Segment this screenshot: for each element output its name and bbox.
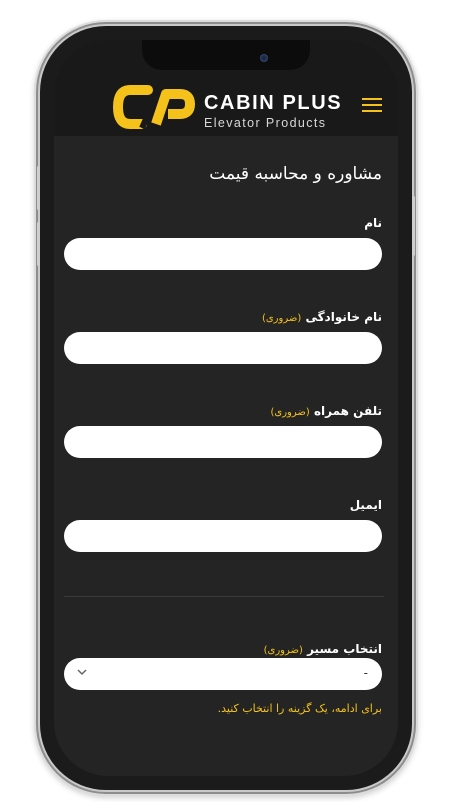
email-input[interactable] (64, 520, 382, 552)
route-select[interactable]: - (64, 658, 382, 690)
last-name-input[interactable] (64, 332, 382, 364)
chevron-down-icon (77, 669, 87, 676)
required-marker: (ضروری) (270, 407, 310, 418)
first-name-input[interactable] (64, 238, 382, 270)
first-name-label-text: نام (364, 216, 382, 230)
cabin-plus-logo-icon[interactable] (112, 84, 196, 130)
phone-frame: CABIN PLUS Elevator Products مشاوره و مح… (37, 26, 415, 790)
last-name-label-text: نام خانوادگی (305, 310, 382, 324)
last-name-label: نام خانوادگی (ضروری) (262, 310, 382, 324)
required-marker: (ضروری) (263, 645, 303, 656)
phone-label-text: تلفن همراه (313, 404, 382, 418)
route-label: انتخاب مسیر (ضروری) (264, 642, 382, 656)
required-marker: (ضروری) (261, 313, 302, 324)
route-label-text: انتخاب مسیر (307, 642, 382, 656)
route-selected-value: - (363, 666, 368, 680)
volume-down-button (37, 222, 40, 266)
camera-icon (260, 54, 268, 62)
notch (142, 40, 310, 70)
section-divider (64, 596, 384, 597)
quote-form: مشاوره و محاسبه قیمت نام نام خانوادگی (ض… (54, 136, 398, 776)
phone-label: تلفن همراه (ضروری) (270, 404, 382, 418)
phone-input[interactable] (64, 426, 382, 458)
email-label-text: ایمیل (349, 498, 382, 512)
brand-name: CABIN PLUS (204, 92, 343, 114)
power-button (412, 196, 415, 256)
phone-screen: CABIN PLUS Elevator Products مشاوره و مح… (54, 40, 398, 776)
brand-tagline: Elevator Products (204, 116, 327, 130)
route-hint: برای ادامه، یک گزینه را انتخاب کنید. (217, 702, 382, 715)
volume-up-button (37, 166, 40, 210)
hamburger-icon[interactable] (362, 98, 382, 114)
email-label: ایمیل (350, 498, 382, 512)
form-title: مشاوره و محاسبه قیمت (209, 164, 382, 184)
first-name-label: نام (364, 216, 382, 230)
